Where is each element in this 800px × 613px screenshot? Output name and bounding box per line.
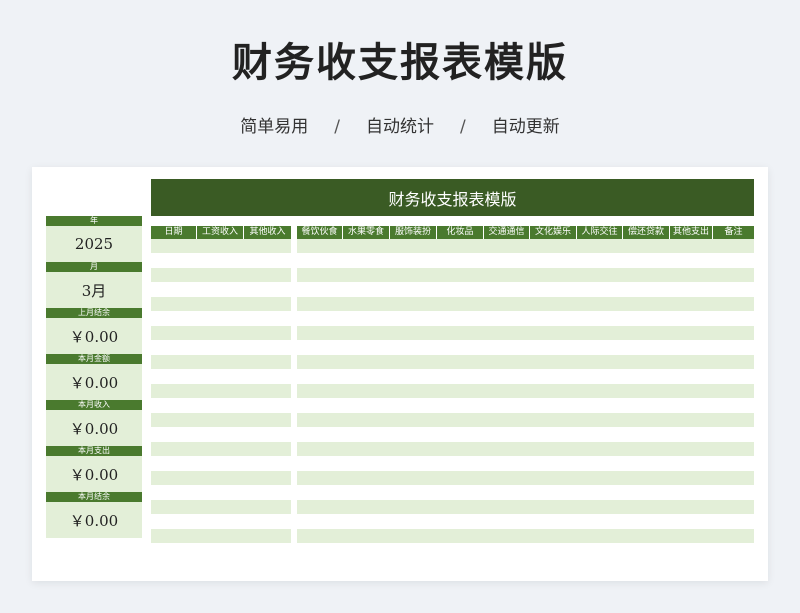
summary-label: 本月结余 [46, 492, 142, 502]
summary-label: 本月收入 [46, 400, 142, 410]
summary-label: 月 [46, 262, 142, 272]
table-row[interactable] [297, 282, 754, 297]
table-row[interactable] [151, 413, 291, 428]
table-row[interactable] [297, 355, 754, 370]
table-row[interactable] [297, 413, 754, 428]
table-row[interactable] [151, 543, 291, 558]
table-row[interactable] [297, 311, 754, 326]
expense-header-row: 餐饮伙食 水果零食 服饰装扮 化妆品 交通通信 文化娱乐 人际交往 偿还贷款 其他支出 备注 [297, 226, 754, 239]
column-header: 化妆品 [437, 226, 484, 239]
table-row[interactable] [297, 340, 754, 355]
table-row[interactable] [151, 485, 291, 500]
column-header: 文化娱乐 [530, 226, 577, 239]
table-row[interactable] [297, 398, 754, 413]
table-row[interactable] [151, 355, 291, 370]
summary-label: 本月支出 [46, 446, 142, 456]
table-row[interactable] [151, 471, 291, 486]
column-header: 偿还贷款 [623, 226, 670, 239]
table-row[interactable] [297, 369, 754, 384]
table-row[interactable] [151, 529, 291, 544]
column-header: 工资收入 [197, 226, 244, 239]
column-header: 水果零食 [343, 226, 390, 239]
summary-value[interactable]: 3月 [46, 272, 142, 308]
summary-label: 年 [46, 216, 142, 226]
summary-panel: 年 2025 月 3月 上月结余 ￥0.00 本月金额 ￥0.00 本月收入 ￥0.00 本月支出 ￥… [46, 216, 142, 538]
column-header: 餐饮伙食 [297, 226, 343, 239]
column-header: 备注 [724, 227, 743, 237]
column-header: 服饰装扮 [390, 226, 437, 239]
column-header: 其他收入 [249, 227, 286, 237]
table-row[interactable] [297, 529, 754, 544]
table-row[interactable] [151, 239, 291, 254]
feature-easy: 简单易用 [240, 117, 309, 137]
table-row[interactable] [151, 500, 291, 515]
column-header: 交通通信 [484, 226, 530, 239]
table-row[interactable] [151, 297, 291, 312]
summary-value[interactable]: ￥0.00 [46, 318, 142, 354]
table-row[interactable] [297, 471, 754, 486]
table-row[interactable] [151, 369, 291, 384]
table-row[interactable] [151, 253, 291, 268]
table-row[interactable] [151, 514, 291, 529]
column-header: 人际交往 [577, 226, 623, 239]
table-row[interactable] [297, 427, 754, 442]
summary-label: 本月金额 [46, 354, 142, 364]
summary-value[interactable]: ￥0.00 [46, 456, 142, 492]
table-row[interactable] [297, 442, 754, 457]
table-row[interactable] [151, 326, 291, 341]
table-row[interactable] [151, 456, 291, 471]
table-row[interactable] [151, 442, 291, 457]
separator: / [460, 117, 466, 137]
table-row[interactable] [151, 340, 291, 355]
table-row[interactable] [151, 282, 291, 297]
table-row[interactable] [297, 514, 754, 529]
ledger-table: 日期 工资收入 其他收入 餐饮伙食 水果零食 服饰装扮 化妆品 交通通信 文化娱乐 人际交往 偿还… [151, 226, 754, 567]
summary-value[interactable]: ￥0.00 [46, 502, 142, 538]
summary-value[interactable]: ￥0.00 [46, 410, 142, 446]
spreadsheet-preview: 财务收支报表模版 年 2025 月 3月 上月结余 ￥0.00 本月金额 ￥0.00 本月收入 ￥… [32, 167, 768, 581]
table-row[interactable] [297, 239, 754, 254]
table-row[interactable] [297, 384, 754, 399]
feature-auto-stats: 自动统计 [366, 117, 434, 137]
table-row[interactable] [297, 485, 754, 500]
income-rows [151, 239, 291, 558]
table-row[interactable] [151, 268, 291, 283]
feature-tagline: 简单易用 / 自动统计 / 自动更新 [0, 112, 800, 137]
summary-label: 上月结余 [46, 308, 142, 318]
separator: / [334, 117, 340, 137]
table-row[interactable] [297, 253, 754, 268]
page-title: 财务收支报表模版 [232, 40, 568, 86]
table-row[interactable] [151, 384, 291, 399]
expense-rows [297, 239, 754, 558]
table-row[interactable] [297, 543, 754, 558]
table-row[interactable] [297, 500, 754, 515]
summary-value[interactable]: ￥0.00 [46, 364, 142, 400]
feature-auto-update: 自动更新 [491, 117, 560, 137]
income-header-row: 日期 工资收入 其他收入 [151, 226, 291, 239]
table-row[interactable] [297, 297, 754, 312]
table-row[interactable] [151, 427, 291, 442]
table-row[interactable] [151, 311, 291, 326]
summary-value[interactable]: 2025 [46, 226, 142, 262]
sheet-banner-title: 财务收支报表模版 [151, 179, 754, 216]
table-row[interactable] [297, 326, 754, 341]
table-row[interactable] [297, 268, 754, 283]
column-header: 日期 [151, 226, 197, 239]
column-header: 其他支出 [670, 226, 713, 239]
table-row[interactable] [151, 398, 291, 413]
table-row[interactable] [297, 456, 754, 471]
